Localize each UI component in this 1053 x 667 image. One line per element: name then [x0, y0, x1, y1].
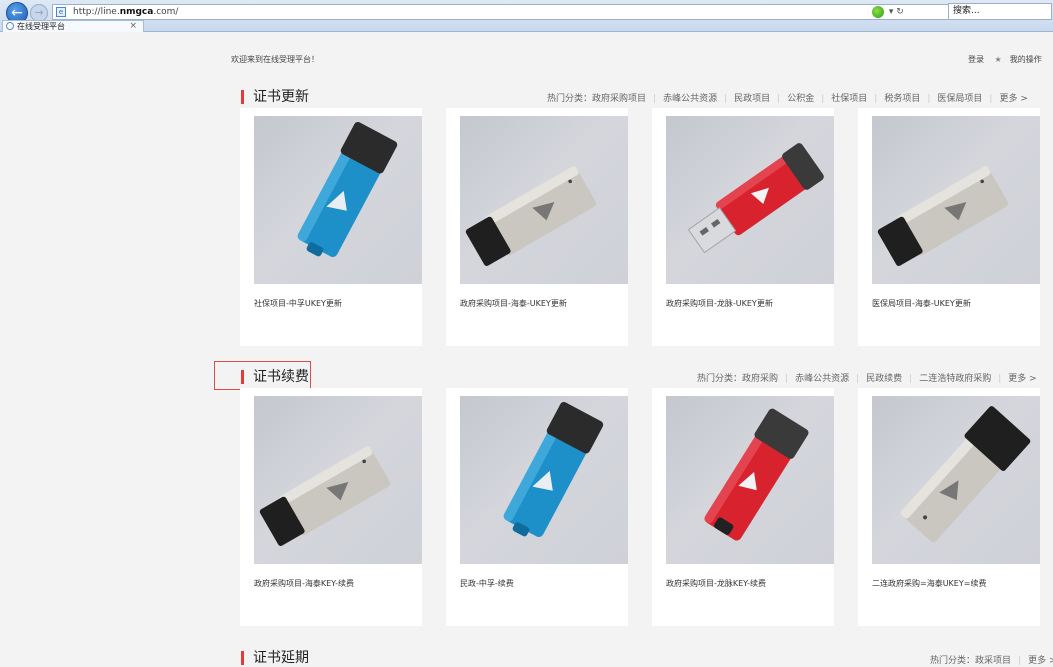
usb-key-image[interactable]: [666, 116, 834, 284]
product-card[interactable]: 二连政府采购=海泰UKEY=续费: [858, 388, 1040, 626]
tab-title: 在线受理平台: [17, 22, 65, 31]
hot-category-link[interactable]: 二连浩特政府采购: [919, 374, 991, 384]
product-caption[interactable]: 政府采购项目-龙脉KEY-续费: [666, 578, 766, 589]
address-controls[interactable]: ▾ ↻: [872, 4, 904, 20]
hot-category-link[interactable]: 社保项目: [831, 94, 867, 104]
highlight-box: [214, 361, 311, 390]
divider: |: [1018, 656, 1022, 666]
address-bar[interactable]: e http://line.nmgca.com/: [52, 4, 952, 20]
hot-category-link[interactable]: 民政续费: [866, 374, 902, 384]
product-caption[interactable]: 社保项目-中孚UKEY更新: [254, 298, 342, 309]
divider: |: [989, 94, 993, 104]
divider: |: [927, 94, 931, 104]
hot-categories-renew: 热门分类：政府采购 | 赤峰公共资源 | 民政续费 | 二连浩特政府采购 | 更多 >: [697, 371, 1037, 384]
hot-categories-update: 热门分类：政府采购项目 | 赤峰公共资源 | 民政项目 | 公积金 | 社保项目 | 税务项目 | 医保…: [547, 91, 1028, 104]
page-content: 欢迎来到在线受理平台！ 登录 ★ 我的操作 证书更新 热门分类：政府采购项目 | 赤峰…: [0, 32, 1053, 666]
hot-category-link[interactable]: 赤峰公共资源: [795, 374, 849, 384]
hot-label: 热门分类：: [930, 656, 976, 666]
divider: |: [785, 374, 789, 384]
product-card[interactable]: 社保项目-中孚UKEY更新: [240, 108, 422, 346]
search-input[interactable]: 搜索...: [948, 3, 1052, 20]
hot-category-link[interactable]: 民政项目: [734, 94, 770, 104]
product-card[interactable]: 政府采购项目-海泰KEY-续费: [240, 388, 422, 626]
page-icon: e: [56, 7, 66, 17]
tab-page-icon: [6, 22, 14, 30]
product-card[interactable]: 民政-中孚-续费: [446, 388, 628, 626]
hot-category-link[interactable]: 政府采购: [742, 374, 778, 384]
product-card[interactable]: 政府采购项目-龙脉-UKEY更新: [652, 108, 834, 346]
compatibility-icon[interactable]: [872, 5, 884, 18]
section-title-update: 证书更新: [241, 88, 309, 106]
browser-chrome: ← → e http://line.nmgca.com/ ▾ ↻ 搜索... 在…: [0, 0, 1053, 32]
usb-key-image[interactable]: [872, 396, 1040, 564]
hot-categories-extend: 热门分类：政采项目 | 更多 >: [930, 653, 1053, 666]
divider: |: [653, 94, 657, 104]
usb-key-image[interactable]: [460, 116, 628, 284]
usb-key-image[interactable]: [254, 396, 422, 564]
login-link[interactable]: 登录: [968, 55, 984, 64]
welcome-text: 欢迎来到在线受理平台！: [231, 55, 319, 64]
star-icon: ★: [994, 55, 1002, 64]
divider: |: [856, 374, 860, 384]
usb-key-image[interactable]: [666, 396, 834, 564]
refresh-icon[interactable]: ▾ ↻: [889, 7, 904, 17]
hot-category-link[interactable]: 更多 >: [999, 94, 1027, 104]
product-caption[interactable]: 民政-中孚-续费: [460, 578, 514, 589]
my-ops-link[interactable]: ★ 我的操作: [995, 55, 1050, 64]
address-url: http://line.nmgca.com/: [73, 7, 179, 17]
divider: |: [998, 374, 1002, 384]
usb-key-image[interactable]: [460, 396, 628, 564]
product-card[interactable]: 政府采购项目-龙脉KEY-续费: [652, 388, 834, 626]
product-card[interactable]: 医保局项目-海泰-UKEY更新: [858, 108, 1040, 346]
top-links: 登录 ★ 我的操作: [968, 54, 1053, 65]
hot-category-link[interactable]: 税务项目: [884, 94, 920, 104]
usb-key-image[interactable]: [254, 116, 422, 284]
divider: |: [874, 94, 878, 104]
close-tab-icon[interactable]: ×: [129, 21, 137, 32]
divider: |: [909, 374, 913, 384]
product-caption[interactable]: 政府采购项目-海泰KEY-续费: [254, 578, 354, 589]
product-caption[interactable]: 政府采购项目-海泰-UKEY更新: [460, 298, 567, 309]
hot-category-link[interactable]: 医保局项目: [937, 94, 982, 104]
usb-key-image[interactable]: [872, 116, 1040, 284]
hot-category-link[interactable]: 赤峰公共资源: [663, 94, 717, 104]
product-caption[interactable]: 二连政府采购=海泰UKEY=续费: [872, 578, 986, 589]
hot-category-link[interactable]: 更多 >: [1008, 374, 1036, 384]
hot-category-link[interactable]: 更多 >: [1028, 656, 1053, 666]
hot-category-link[interactable]: 政采项目: [975, 656, 1011, 666]
section-title-extend: 证书延期: [241, 649, 309, 667]
browser-tab[interactable]: 在线受理平台 ×: [2, 20, 144, 32]
divider: |: [821, 94, 825, 104]
hot-label: 热门分类：: [547, 94, 593, 104]
hot-category-link[interactable]: 政府采购项目: [592, 94, 646, 104]
product-caption[interactable]: 政府采购项目-龙脉-UKEY更新: [666, 298, 773, 309]
product-caption[interactable]: 医保局项目-海泰-UKEY更新: [872, 298, 971, 309]
divider: |: [777, 94, 781, 104]
hot-label: 热门分类：: [697, 374, 743, 384]
hot-category-link[interactable]: 公积金: [787, 94, 814, 104]
product-card[interactable]: 政府采购项目-海泰-UKEY更新: [446, 108, 628, 346]
divider: |: [724, 94, 728, 104]
